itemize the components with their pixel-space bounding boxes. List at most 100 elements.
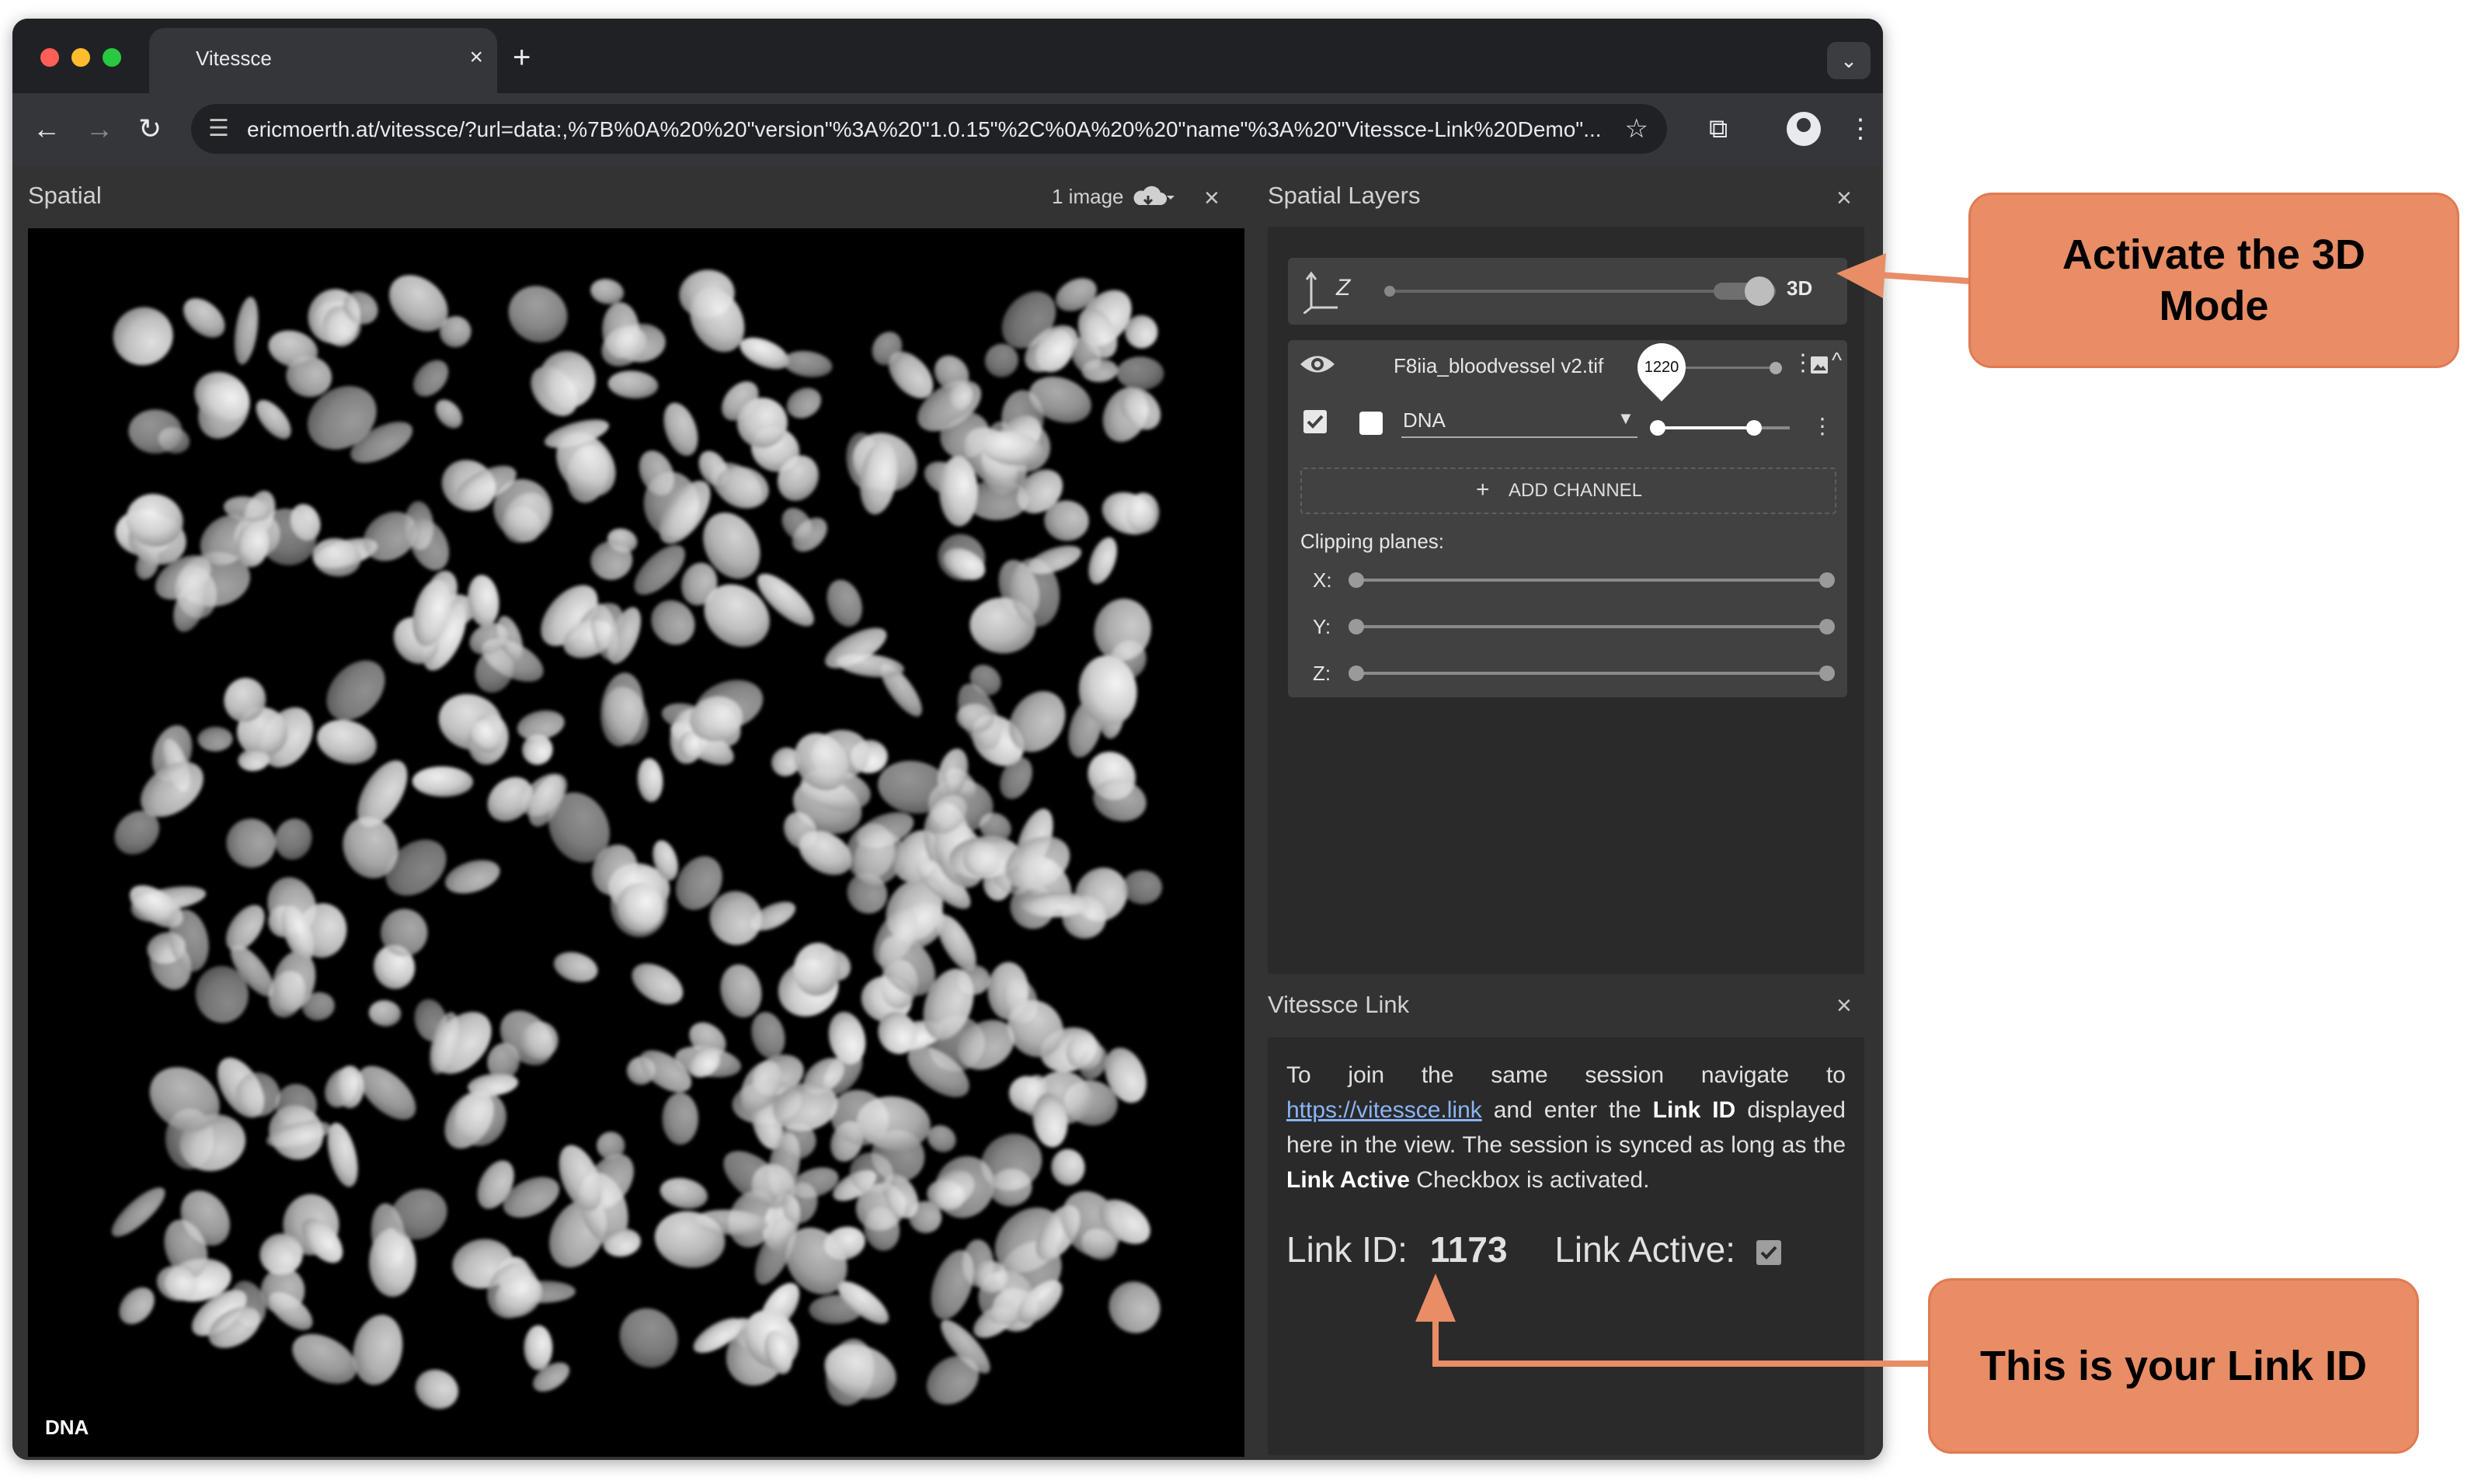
link-text-4: Checkbox is activated.	[1409, 1167, 1650, 1193]
nucleus	[524, 1325, 553, 1371]
vitessce-link-url[interactable]: https://vitessce.link	[1286, 1097, 1482, 1123]
3d-toggle-thumb[interactable]	[1745, 276, 1774, 306]
opacity-slider[interactable]	[1676, 367, 1777, 369]
clip-x-label: X:	[1313, 568, 1332, 592]
nucleus	[194, 371, 249, 422]
link-active-checkbox[interactable]	[1756, 1239, 1781, 1265]
reload-icon[interactable]: ↻	[138, 110, 162, 148]
bookmark-star-icon[interactable]: ☆	[1625, 113, 1648, 144]
callout-link-id: This is your Link ID	[1928, 1278, 2419, 1454]
profile-avatar-icon[interactable]	[1787, 112, 1821, 146]
nucleus	[660, 1177, 708, 1209]
site-info-icon[interactable]: ☰	[208, 115, 229, 142]
nucleus	[353, 1315, 403, 1385]
channel-select-underline	[1401, 436, 1637, 438]
checkbox-check-icon	[1760, 1246, 1777, 1260]
nucleus	[412, 766, 474, 798]
nucleus	[720, 964, 762, 1018]
plus-icon: +	[1476, 477, 1490, 502]
tab-search-icon[interactable]: ⌄	[1827, 42, 1871, 79]
clip-z-min-thumb[interactable]	[1349, 666, 1364, 681]
channel-more-icon[interactable]: ⋮	[1811, 413, 1833, 439]
nucleus	[336, 1065, 364, 1108]
close-window-button[interactable]	[40, 48, 59, 67]
spatial-view-canvas[interactable]: DNA	[28, 228, 1244, 1457]
maximize-window-button[interactable]	[103, 48, 121, 67]
nucleus	[1108, 1281, 1161, 1333]
nucleus	[113, 307, 173, 366]
clip-x-min-thumb[interactable]	[1349, 572, 1364, 588]
nuclei-render[interactable]	[28, 228, 1244, 1457]
clip-y-min-thumb[interactable]	[1349, 619, 1364, 634]
clip-y-max-thumb[interactable]	[1819, 619, 1835, 634]
link-close-icon[interactable]: ×	[1836, 992, 1852, 1019]
clip-z-slider[interactable]	[1356, 672, 1827, 675]
slider-value: 1220	[1644, 359, 1679, 376]
nucleus	[783, 350, 833, 377]
nucleus	[234, 297, 259, 365]
new-tab-icon[interactable]: +	[513, 42, 531, 73]
spatial-close-icon[interactable]: ×	[1204, 185, 1220, 211]
eye-icon[interactable]	[1299, 351, 1336, 377]
callout-bottom-text: This is your Link ID	[1979, 1343, 2368, 1389]
tab-close-icon[interactable]: ×	[469, 43, 483, 71]
nucleus	[435, 399, 463, 429]
browser-toolbar: ← → ↻ ☰ ericmoerth.at/vitessce/?url=data…	[12, 93, 1883, 166]
arrow-3d-line	[1879, 272, 1971, 284]
clip-z-max-thumb[interactable]	[1819, 666, 1835, 681]
tab-title: Vitessce	[196, 47, 272, 70]
opacity-thumb[interactable]	[1770, 362, 1782, 374]
cloud-download-icon[interactable]	[1131, 185, 1178, 211]
nucleus	[517, 710, 565, 741]
channel-label: DNA	[45, 1416, 89, 1439]
link-id-label: Link ID:	[1286, 1229, 1408, 1270]
layers-title: Spatial Layers	[1268, 182, 1421, 209]
minimize-window-button[interactable]	[71, 48, 90, 67]
browser-window: Vitessce × + ⌄ ← → ↻ ☰ ericmoerth.at/vit…	[12, 19, 1883, 1460]
address-bar[interactable]: ☰ ericmoerth.at/vitessce/?url=data:,%7B%…	[191, 104, 1667, 154]
url-text[interactable]: ericmoerth.at/vitessce/?url=data:,%7B%0A…	[247, 117, 1614, 142]
nucleus	[663, 402, 698, 456]
link-id-value: 1173	[1429, 1229, 1508, 1270]
image-layer-name: F8iia_bloodvessel v2.tif	[1394, 354, 1604, 377]
channel-range-max-thumb[interactable]	[1746, 420, 1762, 436]
chevron-up-icon[interactable]: ^	[1832, 348, 1842, 373]
layers-close-icon[interactable]: ×	[1836, 185, 1852, 211]
nucleus	[1116, 356, 1164, 391]
clip-x-max-thumb[interactable]	[1819, 572, 1835, 588]
nucleus	[607, 370, 659, 399]
channel-visible-checkbox[interactable]	[1303, 410, 1327, 433]
channel-name[interactable]: DNA	[1403, 408, 1446, 433]
image-icon[interactable]	[1810, 356, 1829, 374]
link-instructions: To join the same session navigate to htt…	[1286, 1058, 1846, 1197]
add-channel-button[interactable]: + ADD CHANNEL	[1300, 467, 1836, 514]
nucleus	[197, 726, 233, 752]
z-slice-slider[interactable]	[1389, 290, 1731, 293]
callout-activate-3d: Activate the 3D Mode	[1968, 193, 2459, 368]
z-slice-thumb[interactable]	[1384, 286, 1395, 297]
channel-range-min-thumb[interactable]	[1650, 420, 1665, 436]
channel-color-swatch[interactable]	[1359, 412, 1383, 435]
channel-range-fill	[1658, 426, 1754, 429]
vitessce-link-panel: To join the same session navigate to htt…	[1268, 1037, 1864, 1455]
clip-y-slider[interactable]	[1356, 625, 1827, 628]
browser-menu-icon[interactable]: ⋮	[1847, 110, 1874, 148]
add-channel-label: ADD CHANNEL	[1509, 480, 1643, 501]
nucleus	[1088, 537, 1117, 585]
nucleus	[317, 719, 377, 764]
back-icon[interactable]: ←	[33, 110, 61, 148]
clip-z-label: Z:	[1313, 662, 1331, 685]
link-text-2: and enter the	[1481, 1097, 1653, 1123]
nucleus	[632, 963, 684, 1005]
nucleus	[637, 758, 663, 802]
nucleus	[413, 360, 449, 397]
dimension-card: Z 3D	[1288, 258, 1847, 325]
browser-tab[interactable]: Vitessce ×	[149, 28, 497, 93]
forward-icon[interactable]: →	[85, 110, 113, 148]
clip-x-slider[interactable]	[1356, 579, 1827, 582]
channel-dropdown-icon[interactable]: ▼	[1617, 408, 1634, 429]
link-active-label: Link Active:	[1554, 1229, 1735, 1270]
nucleus	[827, 579, 862, 627]
extensions-icon[interactable]: ⧉	[1709, 110, 1728, 148]
nucleus	[274, 818, 312, 860]
